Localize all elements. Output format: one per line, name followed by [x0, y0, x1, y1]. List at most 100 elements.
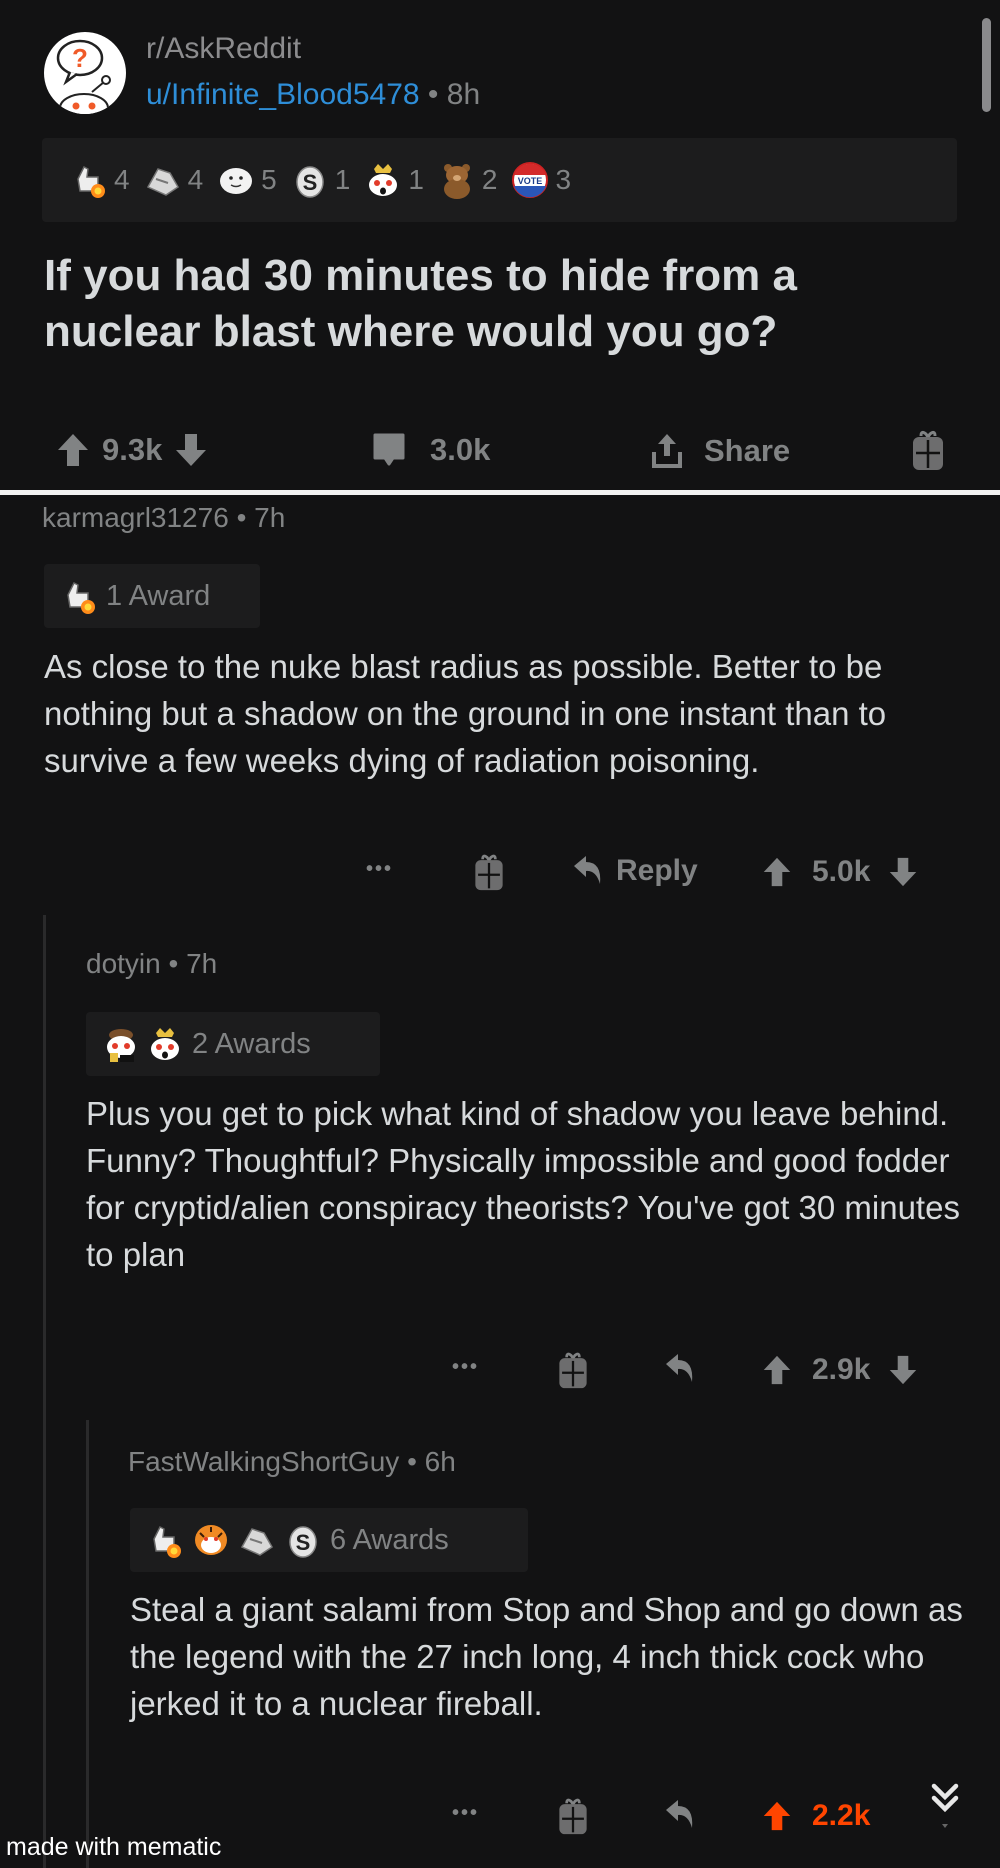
- give-award-button[interactable]: [558, 1350, 588, 1390]
- awards-label: 2 Awards: [192, 1027, 311, 1060]
- tiger-award-icon: [192, 1521, 230, 1559]
- awards-label: 1 Award: [106, 579, 211, 612]
- downvote-icon[interactable]: [174, 432, 208, 468]
- reply-button[interactable]: [664, 1798, 696, 1832]
- vote-control: 2.2k: [762, 1798, 870, 1834]
- comment-score: 2.2k: [812, 1799, 871, 1832]
- comment-count: 3.0k: [430, 432, 491, 467]
- award-item[interactable]: 1: [364, 161, 424, 199]
- meta-separator: •: [427, 78, 439, 111]
- vote-control: 2.9k: [762, 1352, 918, 1388]
- post-score: 9.3k: [102, 432, 163, 467]
- comment-awards-badge[interactable]: 2 Awards: [86, 1012, 380, 1076]
- next-comment-button[interactable]: [920, 1780, 970, 1836]
- reply-button[interactable]: Reply: [572, 854, 698, 888]
- post-author[interactable]: u/Infinite_Blood5478: [146, 78, 420, 111]
- comment-body: Steal a giant salami from Stop and Shop …: [130, 1591, 963, 1722]
- seal-award-icon: [217, 161, 255, 199]
- comment-author[interactable]: karmagrl31276: [42, 502, 229, 533]
- watermark: made with mematic: [6, 1833, 222, 1861]
- award-item[interactable]: VOTE 3: [511, 161, 571, 199]
- comment-meta: karmagrl31276 • 7h: [42, 502, 285, 534]
- reply-icon: [664, 1798, 696, 1832]
- comment-awards-badge[interactable]: 1 Award: [44, 564, 260, 628]
- give-award-button[interactable]: [474, 852, 504, 892]
- thumbs-up-fire-award-icon: [70, 161, 108, 199]
- thumbs-up-fire-award-icon: [146, 1521, 184, 1559]
- award-item[interactable]: 2: [438, 161, 498, 199]
- snoo-drink-award-icon: [102, 1025, 140, 1063]
- scrollbar[interactable]: [982, 18, 991, 112]
- comment-author[interactable]: dotyin: [86, 948, 161, 979]
- post-awards-bar[interactable]: 4 4 5 S 1 1 2 VOTE 3: [42, 138, 957, 222]
- upvote-icon[interactable]: [762, 854, 792, 890]
- more-options-button[interactable]: •••: [452, 1802, 479, 1825]
- comment-body: Plus you get to pick what kind of shadow…: [86, 1095, 960, 1273]
- comment-icon: [372, 432, 406, 468]
- silver-coin-award-icon: S: [284, 1521, 322, 1559]
- award-item[interactable]: 4: [144, 161, 204, 199]
- award-count: 2: [481, 164, 498, 195]
- downvote-icon[interactable]: [888, 1352, 918, 1388]
- award-item[interactable]: S 1: [291, 161, 350, 199]
- award-count: 3: [555, 164, 572, 195]
- comment-meta: dotyin • 7h: [86, 948, 217, 980]
- comment-author[interactable]: FastWalkingShortGuy: [128, 1446, 399, 1477]
- post-meta: u/Infinite_Blood5478 • 8h: [146, 78, 480, 112]
- award-count: 4: [187, 164, 204, 195]
- comment-awards-badge[interactable]: S 6 Awards: [130, 1508, 528, 1572]
- give-award-button[interactable]: [912, 428, 944, 472]
- upvote-icon[interactable]: [762, 1352, 792, 1388]
- post-age: 8h: [446, 78, 481, 111]
- comment-score: 5.0k: [812, 855, 871, 888]
- vote-control: 9.3k: [56, 432, 208, 468]
- awards-label: 6 Awards: [330, 1523, 449, 1556]
- reply-button[interactable]: [664, 1352, 696, 1386]
- award-count: 4: [114, 164, 130, 195]
- post-title[interactable]: If you had 30 minutes to hide from a nuc…: [44, 248, 944, 360]
- section-divider: [0, 490, 1000, 495]
- comments-button[interactable]: 3.0k: [372, 432, 490, 468]
- more-options-button[interactable]: •••: [366, 858, 393, 881]
- gift-icon: [558, 1350, 588, 1390]
- svg-text:S: S: [302, 170, 317, 195]
- comment-score: 2.9k: [812, 1353, 871, 1386]
- more-options-button[interactable]: •••: [452, 1356, 479, 1379]
- meta-separator: •: [236, 502, 247, 533]
- share-button[interactable]: Share: [650, 432, 790, 470]
- subreddit-avatar[interactable]: ?: [44, 32, 126, 114]
- svg-text:VOTE: VOTE: [518, 176, 543, 186]
- snoo-crown-award-icon: [364, 161, 402, 199]
- reply-icon: [664, 1352, 696, 1386]
- award-count: 1: [408, 164, 424, 195]
- snoo-crown-award-icon: [146, 1025, 184, 1063]
- reply-icon: [572, 854, 604, 888]
- silver-coin-award-icon: S: [291, 161, 329, 199]
- gift-icon: [912, 428, 944, 472]
- double-chevron-down-icon: [931, 1783, 959, 1828]
- handshake-award-icon: [238, 1521, 276, 1559]
- comment-action-bar: ••• Reply 5.0k: [0, 854, 1000, 898]
- share-label: Share: [704, 433, 791, 468]
- subreddit-name[interactable]: r/AskReddit: [146, 32, 301, 66]
- comment-age: 7h: [254, 502, 286, 533]
- give-award-button[interactable]: [558, 1796, 588, 1836]
- comment-age: 6h: [424, 1446, 456, 1477]
- askreddit-icon: ?: [56, 39, 111, 114]
- award-count: 5: [261, 164, 277, 195]
- meta-separator: •: [407, 1446, 417, 1477]
- award-item[interactable]: 4: [70, 161, 130, 199]
- vote-control: 5.0k: [762, 854, 918, 890]
- upvote-icon-active[interactable]: [762, 1798, 792, 1834]
- downvote-icon[interactable]: [888, 854, 918, 890]
- comment-age: 7h: [186, 948, 218, 979]
- svg-text:S: S: [296, 1530, 311, 1555]
- svg-text:?: ?: [72, 43, 88, 73]
- award-item[interactable]: 5: [217, 161, 277, 199]
- post-action-bar: 9.3k 3.0k Share: [0, 430, 1000, 482]
- comment-meta: FastWalkingShortGuy • 6h: [128, 1446, 456, 1478]
- gift-icon: [474, 852, 504, 892]
- handshake-award-icon: [144, 161, 182, 199]
- comment-action-bar: ••• 2.9k: [0, 1352, 1000, 1396]
- upvote-icon[interactable]: [56, 432, 90, 468]
